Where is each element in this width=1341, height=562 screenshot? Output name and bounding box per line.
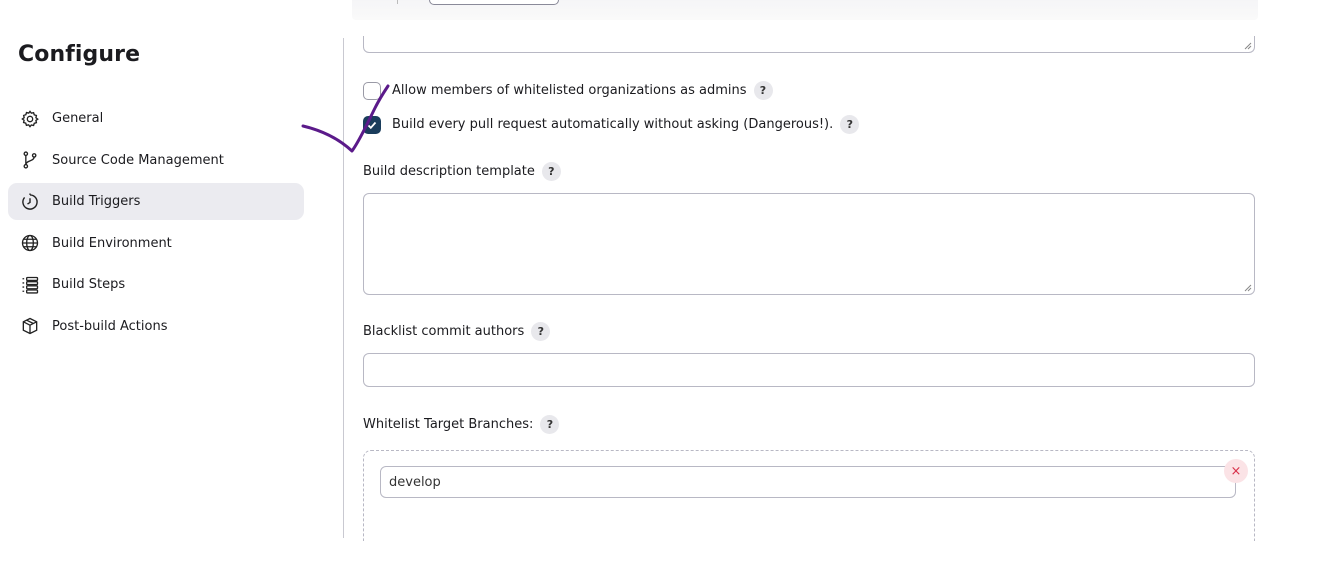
sidebar-item-label: General (52, 111, 104, 126)
sidebar-item-post-build-actions[interactable]: Post-build Actions (8, 308, 304, 345)
help-icon[interactable]: ? (540, 415, 560, 434)
branch-icon (23, 151, 37, 169)
sidebar-item-build-steps[interactable]: Build Steps (8, 266, 304, 303)
sidebar-item-build-environment[interactable]: Build Environment (8, 225, 304, 262)
sidebar-item-label: Source Code Management (52, 152, 224, 168)
help-icon[interactable]: ? (840, 115, 860, 134)
blacklist-commit-authors-label: Blacklist commit authors (363, 324, 525, 339)
build-description-template-textarea[interactable] (363, 193, 1255, 295)
resize-grip-icon[interactable] (1244, 42, 1252, 50)
clock-icon (22, 193, 38, 210)
previous-textarea[interactable] (363, 36, 1255, 53)
gear-icon (21, 109, 39, 128)
sidebar-item-label: Build Environment (52, 235, 172, 251)
build-every-pr-checkbox[interactable] (363, 115, 381, 134)
build-every-pr-row: Build every pull request automatically w… (363, 115, 860, 134)
allow-whitelisted-admins-checkbox[interactable] (363, 81, 381, 100)
sidebar: General Source Code Management Build Tri… (8, 100, 304, 349)
section-divider (343, 38, 344, 538)
allow-whitelisted-admins-row: Allow members of whitelisted organizatio… (363, 81, 773, 100)
build-description-template-label-row: Build description template ? (363, 162, 561, 181)
sidebar-item-label: Build Steps (52, 277, 126, 292)
resize-grip-icon[interactable] (1244, 284, 1252, 292)
whitelist-branch-input[interactable]: develop (380, 466, 1236, 498)
help-icon[interactable]: ? (753, 81, 773, 100)
build-every-pr-label[interactable]: Build every pull request automatically w… (392, 117, 833, 132)
help-icon[interactable]: ? (531, 322, 551, 341)
page-title: Configure (18, 42, 141, 67)
whitelist-target-branches-label-row: Whitelist Target Branches: ? (363, 415, 560, 434)
sidebar-item-general[interactable]: General (8, 100, 304, 137)
package-icon (22, 317, 38, 335)
remove-branch-button[interactable]: × (1224, 459, 1248, 483)
blacklist-commit-authors-input[interactable] (363, 353, 1255, 387)
sidebar-item-label: Post-build Actions (52, 318, 168, 334)
help-icon[interactable]: ? (541, 162, 561, 181)
allow-whitelisted-admins-label[interactable]: Allow members of whitelisted organizatio… (392, 83, 747, 98)
blacklist-commit-authors-label-row: Blacklist commit authors ? (363, 322, 551, 341)
build-description-template-label: Build description template (363, 164, 535, 179)
whitelist-target-branches-repeatable: develop × (363, 450, 1255, 541)
globe-icon (21, 234, 39, 252)
build-triggers-form: Allow members of whitelisted organizatio… (363, 0, 1255, 562)
sidebar-item-label: Build Triggers (52, 194, 141, 209)
whitelist-target-branches-label: Whitelist Target Branches: (363, 417, 534, 432)
checkmark-icon (367, 121, 377, 129)
list-icon (22, 276, 39, 294)
sidebar-item-build-triggers[interactable]: Build Triggers (8, 183, 304, 220)
sidebar-item-source-code-management[interactable]: Source Code Management (8, 142, 304, 179)
